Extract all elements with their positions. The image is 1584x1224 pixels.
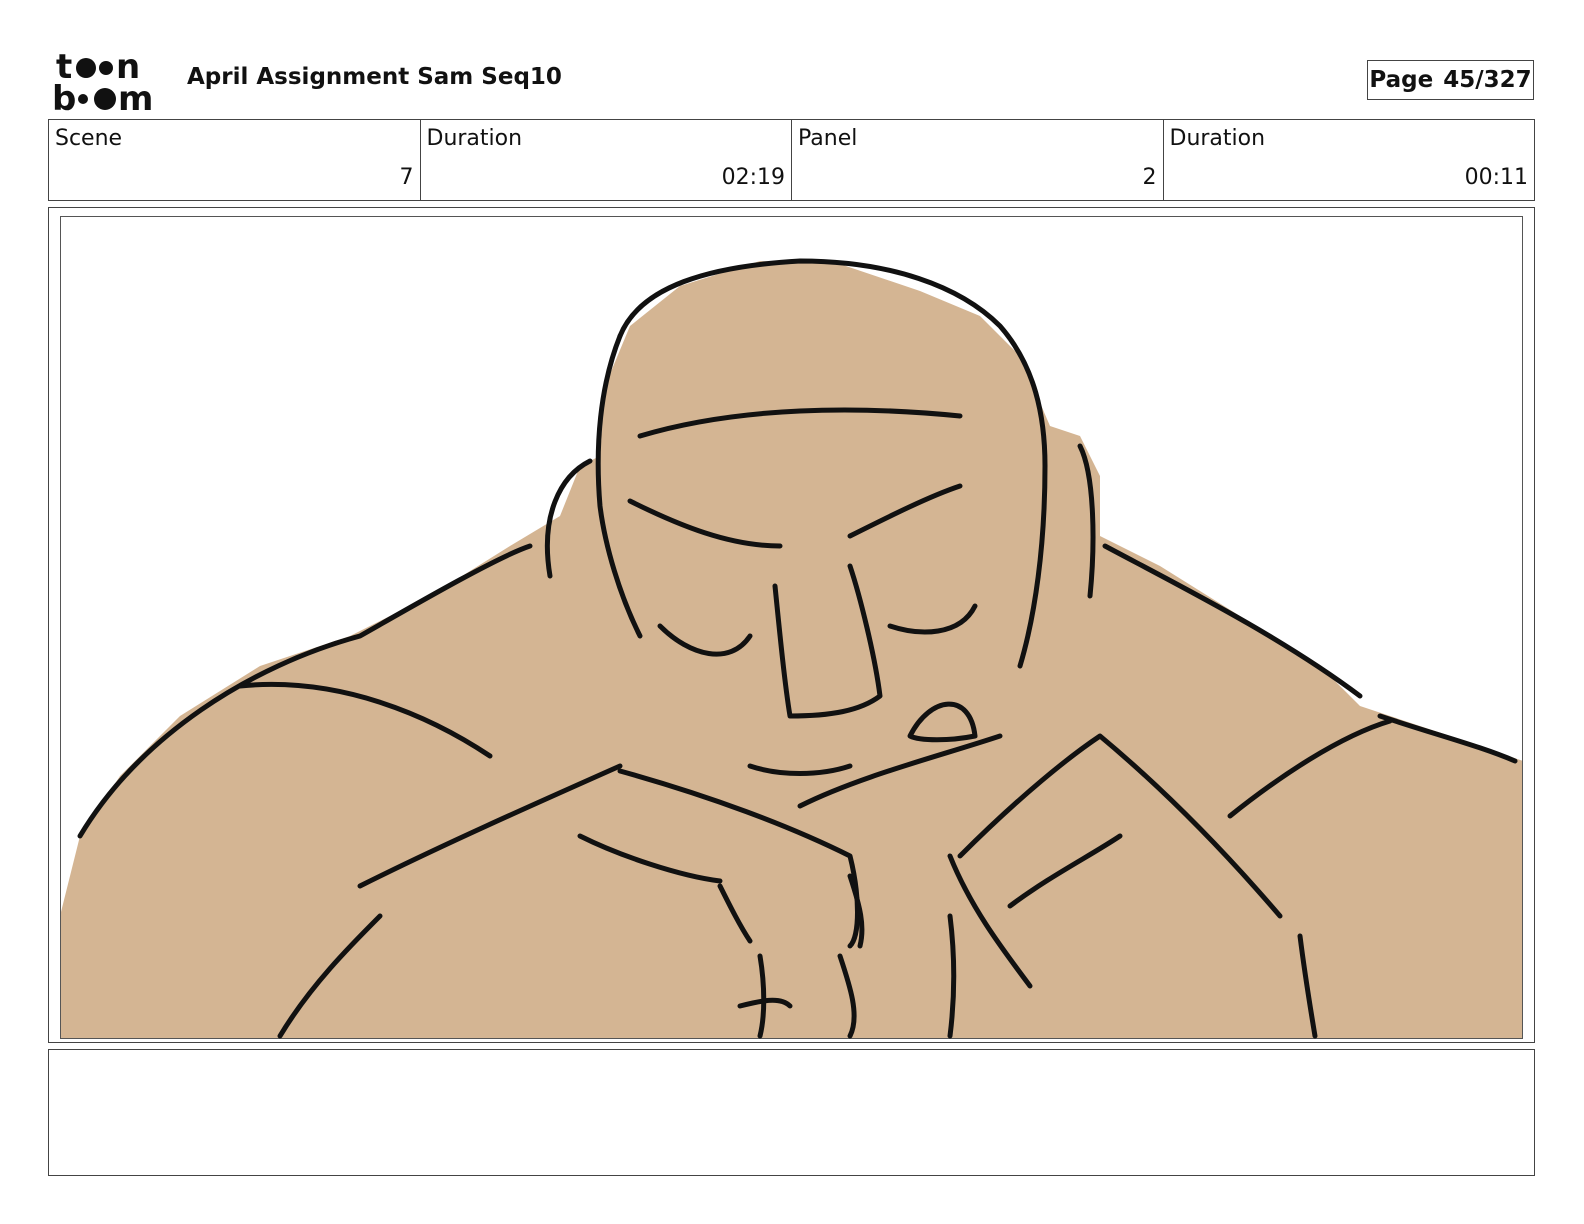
svg-text:m: m	[118, 79, 153, 114]
scene-duration-value: 02:19	[721, 165, 785, 190]
info-cell-panel: Panel 2	[792, 120, 1164, 200]
scene-duration-label: Duration	[426, 126, 523, 151]
panel-label: Panel	[798, 126, 858, 151]
storyboard-title: April Assignment Sam Seq10	[187, 64, 562, 90]
notes-box[interactable]	[48, 1049, 1535, 1176]
info-cell-scene-duration: Duration 02:19	[421, 120, 792, 200]
toonboom-logo: t n b m	[52, 48, 153, 114]
info-cell-scene: Scene 7	[49, 120, 421, 200]
panel-duration-label: Duration	[1169, 126, 1266, 151]
page-label: Page	[1369, 67, 1434, 93]
page-value: 45/327	[1443, 67, 1532, 93]
svg-text:b: b	[52, 79, 76, 114]
scene-value: 7	[399, 165, 414, 190]
panel-duration-value: 00:11	[1464, 165, 1528, 190]
panel-info-table: Scene 7 Duration 02:19 Panel 2 Duration …	[48, 119, 1535, 201]
page-indicator: Page 45/327	[1367, 60, 1534, 100]
scene-label: Scene	[55, 126, 123, 151]
panel-value: 2	[1142, 165, 1157, 190]
storyboard-panel-drawing	[60, 216, 1523, 1039]
info-cell-panel-duration: Duration 00:11	[1164, 120, 1535, 200]
